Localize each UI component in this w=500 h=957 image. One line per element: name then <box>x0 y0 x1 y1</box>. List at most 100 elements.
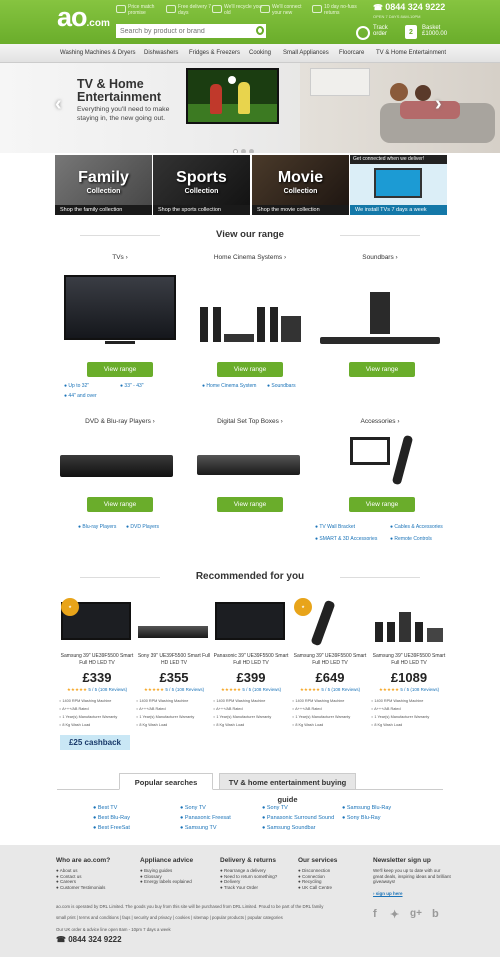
cat-tvs-title[interactable]: TVs › <box>55 254 185 261</box>
recommended-title: Recommended for you <box>0 571 500 582</box>
search-link[interactable]: ● Best Blu-Ray <box>93 815 130 821</box>
receiver-image <box>224 334 254 342</box>
footer-heading: Appliance advice <box>140 857 194 864</box>
feature: ○ A+++/AB Rated <box>213 707 243 711</box>
nav-small-appliances[interactable]: Small Appliances <box>283 50 329 56</box>
link-33-43[interactable]: ● 33" - 43" <box>120 383 144 389</box>
carousel-dot[interactable] <box>249 149 254 153</box>
facebook-icon[interactable]: f <box>373 908 377 920</box>
speaker-image <box>257 307 265 342</box>
view-range-button[interactable]: View range <box>217 497 283 512</box>
tab-buying-guide[interactable]: TV & home entertainment buying guide <box>219 773 356 804</box>
link-remotes[interactable]: ● Remote Controls <box>390 536 432 542</box>
tab-popular-searches[interactable]: Popular searches <box>119 773 213 790</box>
footer-links-about[interactable]: ● About us ● Contact us ● Careers ● Custome… <box>56 868 105 890</box>
carousel-dots[interactable] <box>233 141 257 153</box>
blog-icon[interactable]: b <box>432 908 439 920</box>
feature: ○ A+++/AB Rated <box>59 707 89 711</box>
usp-connect: We'll connect your new <box>260 4 312 16</box>
cat-accessories-title[interactable]: Accessories › <box>315 418 445 425</box>
feature: ○ A+++/AB Rated <box>136 707 166 711</box>
search-link[interactable]: ● Samsung Soundbar <box>262 825 315 831</box>
footer-links-delivery[interactable]: ● Rearrange a delivery ● Need to return s… <box>220 868 277 890</box>
search-input[interactable] <box>116 24 266 38</box>
search-link[interactable]: ● Sony Blu-Ray <box>342 815 381 821</box>
basket-summary[interactable]: Basket £1000.00 <box>422 25 447 37</box>
footer-phone[interactable]: ☎ 0844 324 9222 <box>56 935 122 944</box>
chevron-left-icon[interactable]: ‹ <box>55 93 62 116</box>
header-phone[interactable]: ☎ 0844 324 9222 OPEN 7 DAYS 8AM-10PM <box>373 3 445 21</box>
feature: ○ 1 Year(s) Manufacturer Warranty <box>371 715 430 719</box>
link-up-to-32[interactable]: ● Up to 32" <box>64 383 89 389</box>
tile-install[interactable]: Get connected when we deliver! We instal… <box>350 155 447 215</box>
rating-stars: ★★★★★ 5 / 5 (108 Reviews) <box>299 687 361 692</box>
search-link[interactable]: ● Samsung Blu-Ray <box>342 805 391 811</box>
feature: ○ 1400 RPM Washing Machine <box>292 699 345 703</box>
footer-links-services[interactable]: ● Disconnection ● Connection ● Recycling ● … <box>298 868 332 890</box>
range-title: View our range <box>0 229 500 240</box>
cat-settop-title[interactable]: Digital Set Top Boxes › <box>185 418 315 425</box>
logo[interactable]: ao.com <box>57 4 110 37</box>
view-range-button[interactable]: View range <box>349 497 415 512</box>
tv-stand <box>105 341 135 344</box>
basket-icon[interactable]: 2 <box>405 25 417 39</box>
nav-tv[interactable]: TV & Home Entertainment <box>376 50 446 56</box>
track-order-icon[interactable] <box>356 26 370 40</box>
twitter-icon[interactable]: ✦ <box>390 908 399 921</box>
link-smart-3d[interactable]: ● SMART & 3D Accessories <box>315 536 377 542</box>
link-cables[interactable]: ● Cables & Accessories <box>390 524 443 530</box>
nav-floorcare[interactable]: Floorcare <box>339 50 364 56</box>
link-bluray[interactable]: ● Blu-ray Players <box>78 524 116 530</box>
link-soundbars[interactable]: ● Soundbars <box>267 383 296 389</box>
search-icon[interactable] <box>256 26 264 35</box>
hero-subtitle: Everything you'll need to make staying i… <box>77 106 170 122</box>
view-range-button[interactable]: View range <box>349 362 415 377</box>
nav-dishwashers[interactable]: Dishwashers <box>144 50 178 56</box>
track-order-link[interactable]: Track order <box>373 25 393 37</box>
view-range-button[interactable]: View range <box>217 362 283 377</box>
cat-dvd-title[interactable]: DVD & Blu-ray Players › <box>55 418 185 425</box>
newsletter-signup-link[interactable]: › sign up here <box>373 891 403 897</box>
link-44-over[interactable]: ● 44" and over <box>64 393 97 399</box>
footer-links-line[interactable]: small print | terms and conditions | faq… <box>56 915 386 921</box>
carousel-dot[interactable] <box>241 149 246 153</box>
feature: ○ 1 Year(s) Manufacturer Warranty <box>59 715 118 719</box>
view-range-button[interactable]: View range <box>87 497 153 512</box>
nav-washing[interactable]: Washing Machines & Dryers <box>60 50 135 56</box>
feature: ○ A+++/AB Rated <box>292 707 322 711</box>
search-link[interactable]: ● Sony TV <box>180 805 206 811</box>
link-wall-bracket[interactable]: ● TV Wall Bracket <box>315 524 355 530</box>
link-home-cinema[interactable]: ● Home Cinema System <box>202 383 256 389</box>
nav-cooking[interactable]: Cooking <box>249 50 271 56</box>
tile-movie[interactable]: Movie Collection Shop the movie collecti… <box>252 155 349 215</box>
cashback-badge[interactable]: £25 cashback <box>60 735 130 750</box>
hero-banner[interactable]: ‹ TV & Home Entertainment Everything you… <box>0 63 500 153</box>
product-image <box>369 598 449 644</box>
speaker-image <box>200 307 208 342</box>
feature: ○ 8 Kg Wash Load <box>59 723 91 727</box>
site-header: ao.com Price match promise Free delivery… <box>0 0 500 44</box>
bluray-player-image <box>60 455 173 477</box>
feature: ○ 1 Year(s) Manufacturer Warranty <box>292 715 351 719</box>
feature: ○ 1400 RPM Washing Machine <box>136 699 189 703</box>
view-range-button[interactable]: View range <box>87 362 153 377</box>
link-dvd[interactable]: ● DVD Players <box>126 524 159 530</box>
tile-family[interactable]: Family Collection Shop the family collec… <box>55 155 152 215</box>
cat-home-cinema-title[interactable]: Home Cinema Systems › <box>185 254 315 261</box>
chevron-right-icon[interactable]: › <box>435 93 442 116</box>
search-link[interactable]: ● Panasonic Freesat <box>180 815 231 821</box>
product-image <box>211 598 291 644</box>
search-link[interactable]: ● Samsung TV <box>180 825 217 831</box>
google-plus-icon[interactable]: g+ <box>410 908 422 919</box>
tv-install-icon <box>374 168 422 198</box>
product-image <box>134 598 214 644</box>
tile-sports[interactable]: Sports Collection Shop the sports collec… <box>153 155 250 215</box>
search-link[interactable]: ● Best FreeSat <box>93 825 130 831</box>
cat-soundbars-title[interactable]: Soundbars › <box>315 254 445 261</box>
search-link[interactable]: ● Sony TV <box>262 805 288 811</box>
search-link[interactable]: ● Panasonic Surround Sound <box>262 815 334 821</box>
footer-links-advice[interactable]: ● Buying guides ● Glossary ● Energy labels… <box>140 868 192 885</box>
carousel-dot[interactable] <box>233 149 238 153</box>
nav-fridges[interactable]: Fridges & Freezers <box>189 50 240 56</box>
search-link[interactable]: ● Best TV <box>93 805 117 811</box>
